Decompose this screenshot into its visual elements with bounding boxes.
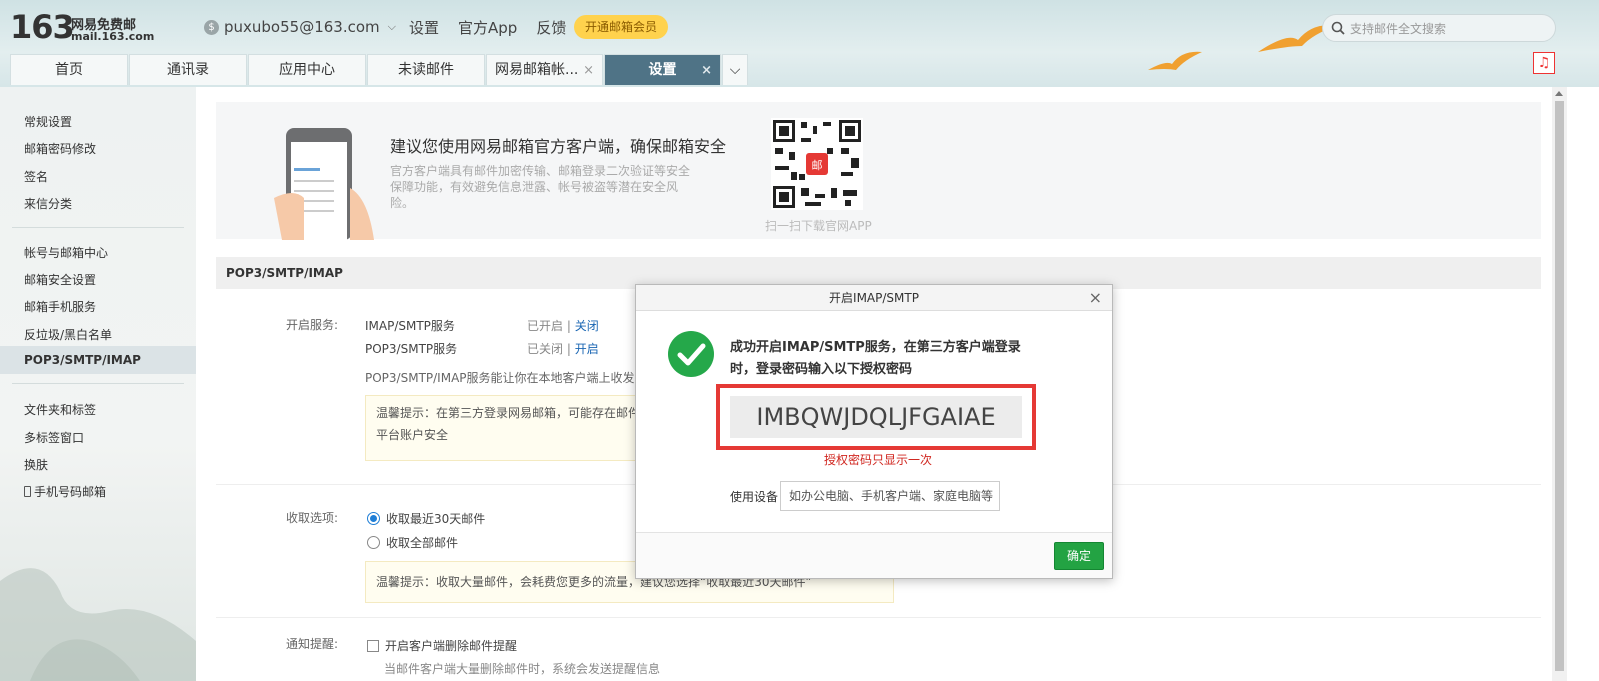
svg-text:邮: 邮 xyxy=(812,159,823,172)
close-icon[interactable]: × xyxy=(583,55,594,86)
tree-decoration-icon xyxy=(0,568,196,681)
status-text: 已开启 xyxy=(527,319,564,333)
tab-label: 未读邮件 xyxy=(398,62,454,78)
tab-label: 通讯录 xyxy=(167,62,209,78)
scrollbar[interactable] xyxy=(1552,87,1567,681)
receive-30-days-option[interactable]: 收取最近30天邮件 xyxy=(367,510,485,527)
settings-link[interactable]: 设置 xyxy=(409,17,439,38)
tab-label: 首页 xyxy=(55,62,83,78)
service-label: 开启服务: xyxy=(286,318,339,332)
tab-label: 应用中心 xyxy=(279,62,335,78)
music-icon[interactable]: ♫ xyxy=(1533,52,1555,74)
account-email: puxubo55@163.com xyxy=(224,18,380,36)
sidebar-item-password[interactable]: 邮箱密码修改 xyxy=(24,140,96,157)
official-app-link[interactable]: 官方App xyxy=(458,17,517,38)
option-label: 收取全部邮件 xyxy=(386,536,459,550)
client-banner: 建议您使用网易邮箱官方客户端，确保邮箱安全 官方客户端具有邮件加密传输、邮箱登录… xyxy=(216,102,1541,240)
divider xyxy=(216,617,1541,618)
tab-app-center[interactable]: 应用中心 xyxy=(248,54,366,85)
imap-service-name: IMAP/SMTP服务 xyxy=(365,319,455,333)
auth-code-note: 授权密码只显示一次 xyxy=(824,453,933,467)
tab-account[interactable]: 网易邮箱帐... × xyxy=(486,54,603,85)
qr-caption: 扫一扫下载官网APP xyxy=(765,219,872,233)
ok-button[interactable]: 确定 xyxy=(1054,542,1104,570)
device-label: 使用设备 xyxy=(730,490,779,504)
phone-illustration-icon xyxy=(274,128,374,240)
top-links: 设置 官方App 反馈 xyxy=(409,17,585,38)
close-icon[interactable]: × xyxy=(1089,285,1102,311)
tab-bar: 首页 通讯录 应用中心 未读邮件 网易邮箱帐... × 设置 × ⌵ xyxy=(10,54,749,85)
tab-label: 设置 xyxy=(648,62,677,78)
banner-title: 建议您使用网易邮箱官方客户端，确保邮箱安全 xyxy=(390,137,727,156)
tab-contacts[interactable]: 通讯录 xyxy=(129,54,247,85)
tab-more-button[interactable]: ⌵ xyxy=(722,54,748,85)
sidebar: 常规设置 邮箱密码修改 签名 来信分类 帐号与邮箱中心 邮箱安全设置 邮箱手机服… xyxy=(0,87,196,681)
pop3-service-name: POP3/SMTP服务 xyxy=(365,342,458,356)
imap-service-status: 已开启 | 关闭 xyxy=(527,319,599,333)
banner-text: 官方客户端具有邮件加密传输、邮箱登录二次验证等安全保障功能，有效避免信息泄露、帐… xyxy=(390,164,691,210)
sidebar-item-general[interactable]: 常规设置 xyxy=(24,113,72,130)
tip-text: 平台账户安全 xyxy=(376,428,449,442)
receive-all-option[interactable]: 收取全部邮件 xyxy=(367,534,458,551)
pop3-service-status: 已关闭 | 开启 xyxy=(527,342,599,356)
notify-label: 通知提醒: xyxy=(286,637,339,651)
notify-note: 当邮件客户端大量删除邮件时，系统会发送提醒信息 xyxy=(384,662,661,676)
radio-button[interactable] xyxy=(367,536,380,549)
tab-settings[interactable]: 设置 × xyxy=(604,54,721,85)
logo[interactable]: 163 网易免费邮 mail.163.com xyxy=(10,8,160,48)
checkbox[interactable] xyxy=(367,640,379,652)
account-menu[interactable]: $ puxubo55@163.com ⌵ xyxy=(204,17,396,37)
vip-button[interactable]: 开通邮箱会员 xyxy=(574,15,669,39)
sidebar-item-multi-tab[interactable]: 多标签窗口 xyxy=(24,429,84,446)
auth-code-highlight: IMBQWJDQLJFGAIAE xyxy=(716,384,1036,450)
notify-option[interactable]: 开启客户端删除邮件提醒 xyxy=(367,637,517,654)
tip-text: 温馨提示：在第三方登录网易邮箱，可能存在邮件 xyxy=(376,406,641,420)
success-check-icon xyxy=(668,331,714,377)
dialog-footer: 确定 xyxy=(636,532,1112,578)
tab-home[interactable]: 首页 xyxy=(10,54,128,85)
sidebar-item-mobile-service[interactable]: 邮箱手机服务 xyxy=(24,298,96,315)
scrollbar-thumb[interactable] xyxy=(1555,101,1564,671)
sidebar-item-pop3[interactable]: POP3/SMTP/IMAP xyxy=(24,353,141,367)
option-label: 开启客户端删除邮件提醒 xyxy=(385,639,518,653)
logo-domain: mail.163.com xyxy=(71,30,155,43)
top-bar: 163 网易免费邮 mail.163.com $ puxubo55@163.co… xyxy=(0,0,1599,87)
radio-button[interactable] xyxy=(367,512,380,525)
sidebar-divider xyxy=(12,383,184,384)
sidebar-item-signature[interactable]: 签名 xyxy=(24,168,48,185)
receive-label: 收取选项: xyxy=(286,511,339,525)
search-icon xyxy=(1331,21,1345,35)
device-input[interactable]: 如办公电脑、手机客户端、家庭电脑等 xyxy=(780,481,1000,511)
imap-dialog: 开启IMAP/SMTP × 成功开启IMAP/SMTP服务，在第三方客户端登录时… xyxy=(635,284,1113,579)
qr-code-icon: 邮 xyxy=(771,118,863,210)
tab-unread[interactable]: 未读邮件 xyxy=(367,54,485,85)
auth-code[interactable]: IMBQWJDQLJFGAIAE xyxy=(730,396,1022,438)
option-label: 收取最近30天邮件 xyxy=(386,512,486,526)
status-text: 已关闭 xyxy=(527,342,564,356)
scroll-up-icon[interactable] xyxy=(1555,91,1563,96)
dialog-header: 开启IMAP/SMTP × xyxy=(636,285,1112,311)
sidebar-item-spam[interactable]: 反垃圾/黑白名单 xyxy=(24,326,112,343)
sidebar-item-folders[interactable]: 文件夹和标签 xyxy=(24,401,96,418)
sidebar-divider xyxy=(12,227,184,228)
dialog-message: 成功开启IMAP/SMTP服务，在第三方客户端登录时，登录密码输入以下授权密码 xyxy=(730,340,1021,377)
coin-icon: $ xyxy=(204,19,219,35)
imap-close-link[interactable]: 关闭 xyxy=(575,319,599,333)
service-note: POP3/SMTP/IMAP服务能让你在本地客户端上收发 xyxy=(365,371,635,385)
search-input[interactable]: 支持邮件全文搜索 xyxy=(1322,14,1556,42)
chevron-down-icon: ⌵ xyxy=(387,20,396,33)
tab-label: 网易邮箱帐... xyxy=(495,62,579,78)
search-placeholder: 支持邮件全文搜索 xyxy=(1350,21,1447,36)
security-tip: 温馨提示：在第三方登录网易邮箱，可能存在邮件 平台账户安全 xyxy=(365,395,665,461)
sidebar-item-mail-filter[interactable]: 来信分类 xyxy=(24,195,72,212)
close-icon[interactable]: × xyxy=(701,55,712,86)
pop3-open-link[interactable]: 开启 xyxy=(575,342,599,356)
sidebar-item-security[interactable]: 邮箱安全设置 xyxy=(24,271,96,288)
logo-number: 163 xyxy=(10,8,75,46)
bird-decoration-icon xyxy=(1148,51,1202,70)
chevron-down-icon: ⌵ xyxy=(729,62,741,78)
dialog-title: 开启IMAP/SMTP xyxy=(829,291,919,305)
sidebar-item-account-center[interactable]: 帐号与邮箱中心 xyxy=(24,244,108,261)
feedback-link[interactable]: 反馈 xyxy=(536,17,566,38)
